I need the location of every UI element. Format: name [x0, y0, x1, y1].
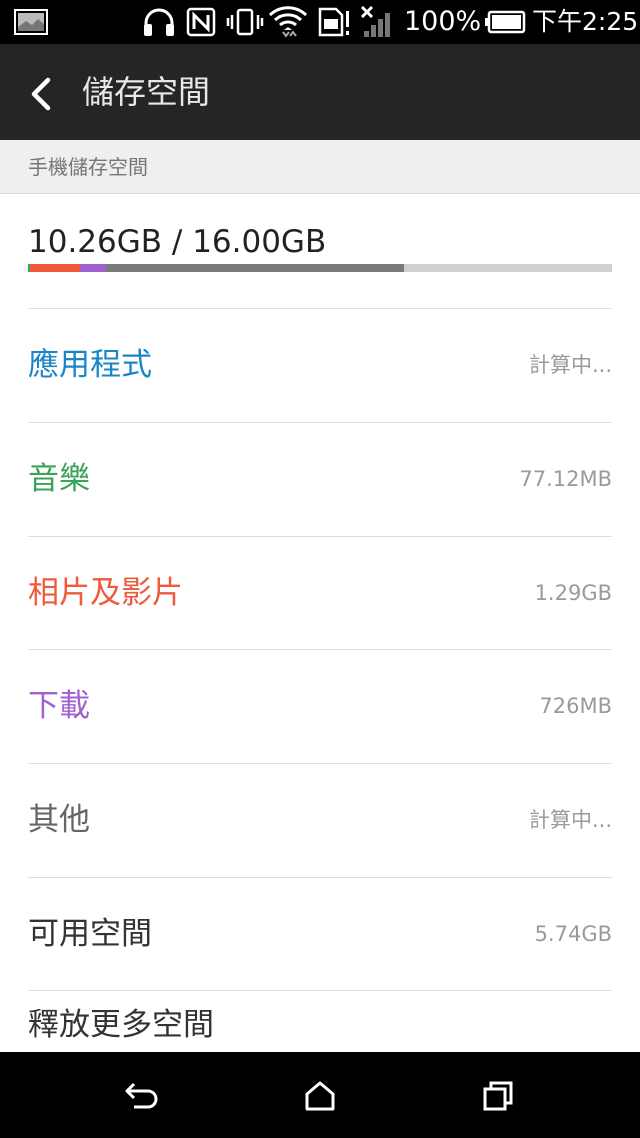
- row-value: 計算中...: [528, 353, 612, 377]
- storage-row-available[interactable]: 可用空間 5.74GB: [0, 878, 640, 991]
- storage-usage-bar: [28, 264, 612, 272]
- vibrate-icon: [226, 6, 264, 38]
- storage-usage-text: 10.26GB / 16.00GB: [28, 224, 327, 260]
- storage-row-free-up[interactable]: 釋放更多空間: [0, 991, 640, 1052]
- app-bar: 儲存空間: [0, 44, 640, 140]
- row-label: 釋放更多空間: [28, 1007, 214, 1043]
- navigation-bar: [0, 1052, 640, 1138]
- row-value: 1.29GB: [534, 581, 612, 605]
- wifi-icon: [268, 6, 308, 38]
- row-value: 726MB: [539, 694, 612, 718]
- section-title: 手機儲存空間: [28, 155, 148, 179]
- recent-apps-nav-button[interactable]: [476, 1074, 520, 1118]
- status-bar: 100% 下午2:25: [0, 0, 640, 44]
- nfc-icon: [186, 6, 216, 38]
- storage-row-music[interactable]: 音樂 77.12MB: [0, 423, 640, 536]
- storage-row-downloads[interactable]: 下載 726MB: [0, 650, 640, 763]
- clock: 下午2:25: [532, 7, 639, 36]
- row-label: 可用空間: [28, 916, 152, 952]
- sim-card-alert-icon: [318, 6, 352, 38]
- home-icon: [305, 1081, 335, 1111]
- home-nav-button[interactable]: [298, 1074, 342, 1118]
- section-header: 手機儲存空間: [0, 140, 640, 194]
- row-label: 相片及影片: [28, 575, 183, 611]
- row-label: 其他: [28, 802, 90, 838]
- usage-segment-downloads: [80, 264, 106, 272]
- back-arrow-icon: [125, 1082, 158, 1109]
- usage-segment-other: [106, 264, 404, 272]
- row-label: 音樂: [28, 461, 90, 497]
- signal-no-service-icon: [360, 5, 396, 38]
- storage-row-photos-videos[interactable]: 相片及影片 1.29GB: [0, 537, 640, 650]
- storage-row-other[interactable]: 其他 計算中...: [0, 764, 640, 877]
- battery-icon: [484, 6, 526, 38]
- gallery-notification-icon: [14, 6, 48, 38]
- chevron-left-icon: [31, 77, 51, 111]
- headphones-icon: [142, 6, 176, 38]
- row-value: 5.74GB: [534, 922, 612, 946]
- row-value: 77.12MB: [519, 467, 612, 491]
- page-title: 儲存空間: [82, 73, 211, 111]
- back-button[interactable]: [18, 72, 62, 116]
- back-nav-button[interactable]: [120, 1074, 164, 1118]
- row-label: 應用程式: [28, 347, 152, 383]
- row-label: 下載: [28, 688, 90, 724]
- storage-row-apps[interactable]: 應用程式 計算中...: [0, 309, 640, 422]
- battery-percent: 100%: [404, 6, 482, 37]
- row-value: 計算中...: [528, 808, 612, 832]
- recent-apps-icon: [483, 1081, 513, 1111]
- usage-segment-photos-videos: [30, 264, 80, 272]
